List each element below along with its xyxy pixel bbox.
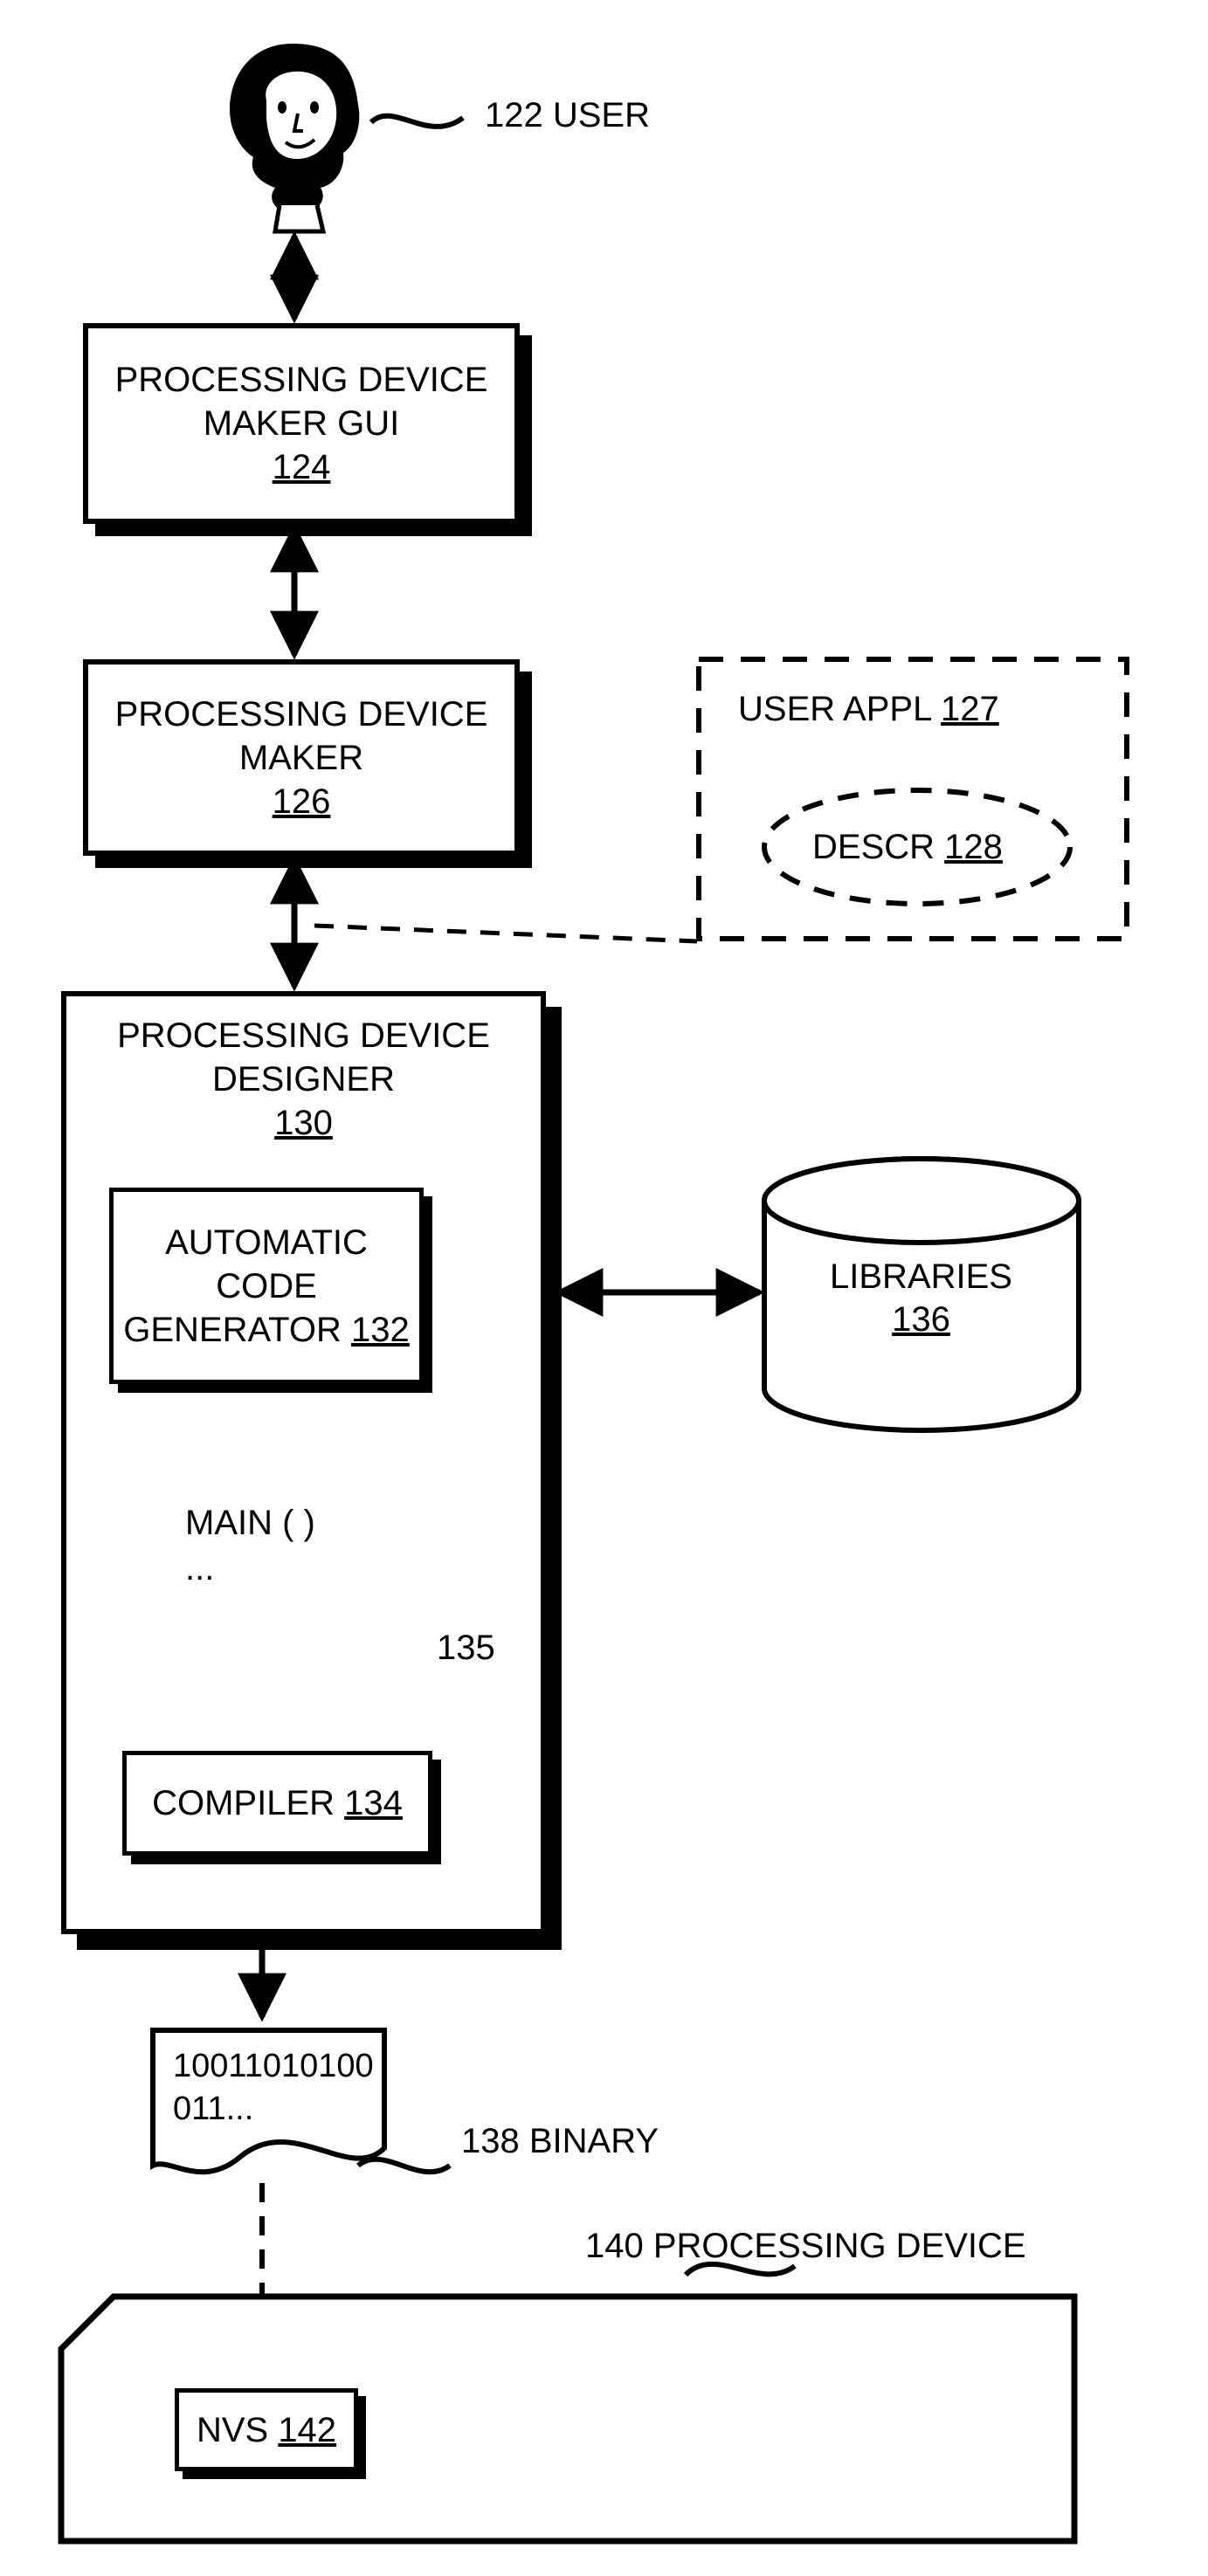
maker-gui-line2: MAKER GUI (204, 402, 399, 445)
user-label: 122 USER (485, 96, 650, 135)
binary-label: 138 BINARY (461, 2122, 659, 2161)
compiler-box: COMPILER 134 (122, 1751, 432, 1856)
compiler-ref: 134 (344, 1784, 403, 1822)
nvs-box: NVS 142 (175, 2388, 358, 2471)
main-doc-ref: 135 (437, 1629, 495, 1668)
user-appl-label: USER APPL 127 (738, 690, 999, 729)
designer-line1: PROCESSING DEVICE (117, 1014, 490, 1057)
binary-text: 10011010100 011... (173, 2045, 374, 2132)
nvs-ref: 142 (278, 2411, 336, 2449)
user-icon (230, 44, 359, 231)
maker-line1: PROCESSING DEVICE (115, 692, 488, 736)
maker-line2: MAKER (239, 736, 363, 780)
code-gen-line2: CODE (216, 1264, 317, 1308)
nvs-label: NVS (197, 2411, 268, 2449)
main-doc-text: MAIN ( ) ... (185, 1500, 315, 1591)
compiler-label: COMPILER (152, 1784, 335, 1822)
maker-ref: 126 (273, 780, 331, 823)
code-gen-line1: AUTOMATIC (165, 1221, 368, 1264)
maker-box: PROCESSING DEVICE MAKER 126 (83, 659, 520, 856)
processing-device-label: 140 PROCESSING DEVICE (585, 2227, 1026, 2266)
maker-gui-box: PROCESSING DEVICE MAKER GUI 124 (83, 323, 520, 524)
code-gen-line3: GENERATOR (123, 1311, 342, 1349)
maker-gui-ref: 124 (273, 445, 331, 489)
designer-ref: 130 (274, 1101, 333, 1145)
descr-label: DESCR 128 (812, 828, 1003, 867)
libraries-text: LIBRARIES 136 (830, 1257, 1012, 1340)
maker-gui-line1: PROCESSING DEVICE (115, 358, 488, 402)
code-generator-box: AUTOMATIC CODE GENERATOR 132 (109, 1188, 424, 1384)
designer-line2: DESIGNER (212, 1057, 395, 1101)
code-gen-ref: 132 (351, 1311, 410, 1349)
